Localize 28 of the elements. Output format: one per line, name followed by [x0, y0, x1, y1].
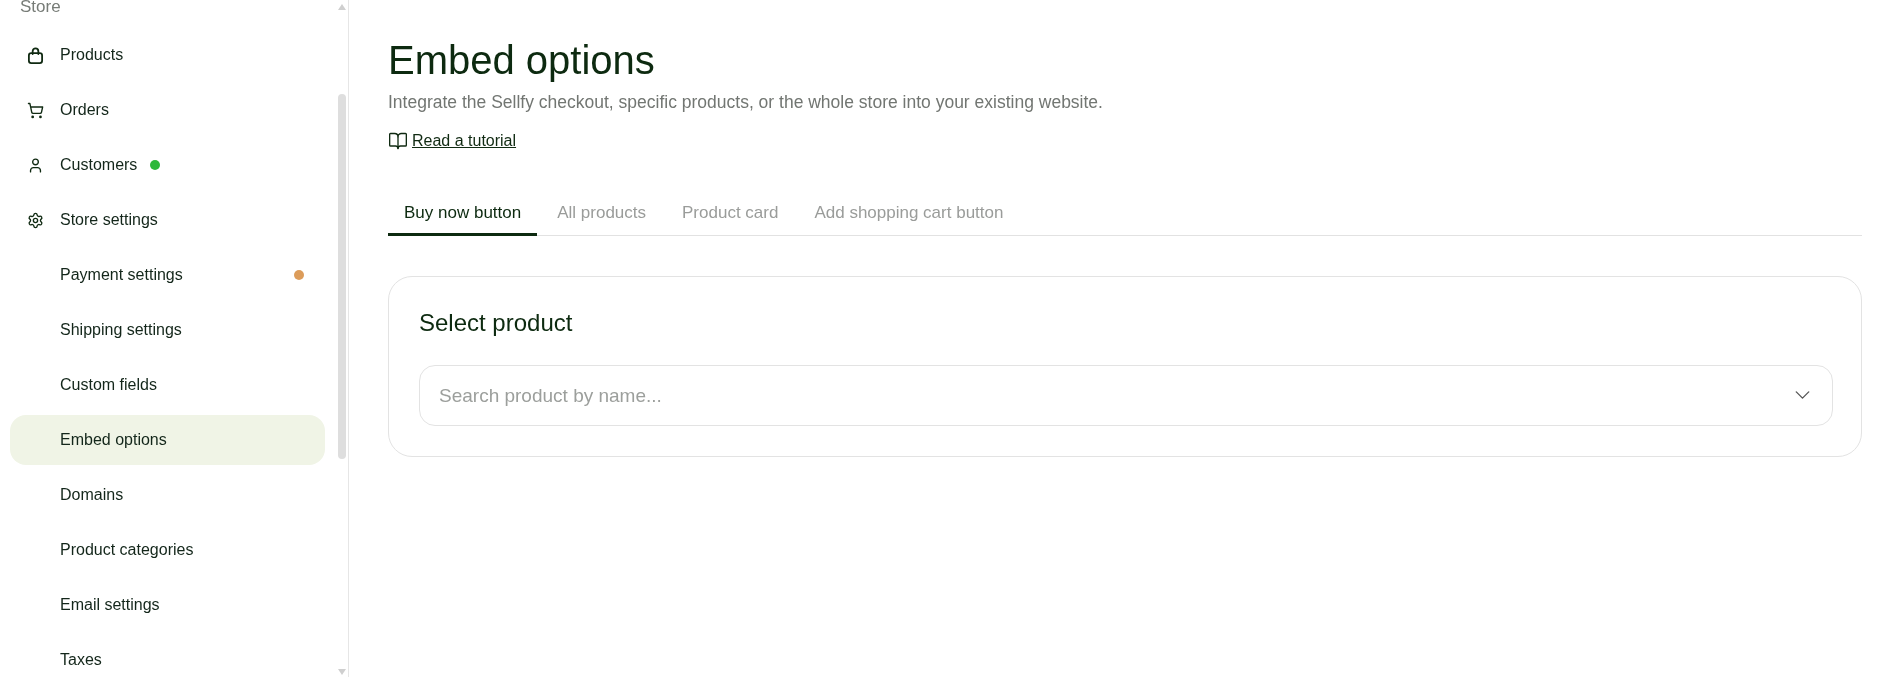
scroll-up-icon[interactable]: [338, 4, 346, 10]
shopping-cart-icon: [27, 101, 44, 119]
book-icon: [388, 131, 408, 151]
chevron-down-icon: [1795, 391, 1810, 399]
page-subtitle: Integrate the Sellfy checkout, specific products, or the whole store into your existing website.: [388, 91, 1103, 114]
sidebar-item[interactable]: Embed options: [10, 415, 325, 465]
sidebar-item[interactable]: Custom fields: [10, 360, 325, 410]
shopping-bag-icon: [27, 46, 44, 64]
product-search-field[interactable]: Search product by name...: [419, 365, 1833, 426]
sidebar-item[interactable]: Domains: [10, 470, 325, 520]
sidebar-item[interactable]: Shipping settings: [10, 305, 325, 355]
page-title: Embed options: [388, 37, 655, 84]
section-label: Store: [19, 0, 61, 17]
card-title: Select product: [419, 308, 573, 338]
sidebar-item[interactable]: Taxes: [10, 635, 325, 677]
sidebar-item[interactable]: Orders: [10, 85, 325, 135]
scroll-down-icon[interactable]: [338, 669, 346, 675]
sidebar-item[interactable]: Email settings: [10, 580, 325, 630]
sidebar-item[interactable]: Customers: [10, 140, 325, 190]
sidebar-item[interactable]: Payment settings: [10, 250, 325, 300]
scrollbar-thumb[interactable]: [338, 94, 346, 459]
sidebar-item[interactable]: Products: [10, 30, 325, 80]
settings-icon: [27, 211, 44, 229]
tab[interactable]: Buy now button: [388, 201, 538, 236]
sidebar-item[interactable]: Store settings: [10, 195, 325, 245]
tutorial-link[interactable]: Read a tutorial: [412, 129, 517, 153]
sidebar-item[interactable]: Product categories: [10, 525, 325, 575]
user-icon: [27, 156, 44, 174]
